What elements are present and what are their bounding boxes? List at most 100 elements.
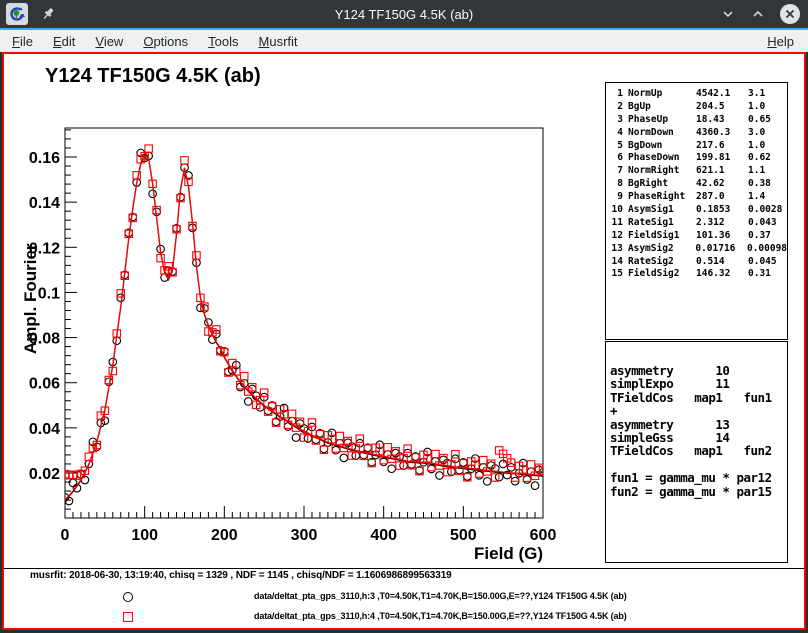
menu-item-edit[interactable]: Edit	[45, 34, 83, 49]
root-canvas[interactable]: Y124 TF150G 4.5K (ab)0100200300400500600…	[2, 52, 806, 630]
param-error: 3.0	[748, 127, 787, 140]
param-row: 8BgRight42.620.38	[606, 178, 787, 191]
param-row: 4NormDown4360.33.0	[606, 127, 787, 140]
y-axis-title: Ampl. Fourier	[21, 243, 40, 354]
x-tick-label: 0	[61, 527, 70, 544]
param-number: 10	[606, 204, 623, 217]
data-point-square	[452, 451, 459, 458]
y-tick-label: 0.06	[29, 376, 60, 393]
param-value: 0.01716	[695, 243, 747, 256]
menu-item-musrfit[interactable]: Musrfit	[251, 34, 306, 49]
data-point-circle	[483, 478, 491, 486]
fit-curve-black	[65, 153, 543, 501]
stats-separator	[4, 568, 804, 569]
param-value: 146.32	[696, 268, 748, 281]
y-tick-label: 0.02	[29, 466, 60, 483]
param-name: NormUp	[628, 88, 696, 101]
param-name: AsymSig2	[628, 243, 695, 256]
data-point-circle	[244, 398, 252, 406]
minimize-button[interactable]	[720, 6, 736, 22]
data-point-circle	[531, 482, 539, 490]
data-point-circle	[507, 464, 515, 472]
data-point-circle	[292, 434, 300, 442]
data-point-square	[392, 448, 399, 455]
legend-item: data/deltat_pta_gps_3110,h:3 ,T0=4.50K,T…	[4, 588, 804, 608]
menu-item-options[interactable]: Options	[135, 34, 196, 49]
y-tick-label: 0.04	[29, 421, 60, 438]
data-point-circle	[380, 458, 388, 466]
param-number: 13	[606, 243, 623, 256]
param-name: BgDown	[628, 140, 696, 153]
param-row: 1NormUp4542.13.1	[606, 88, 787, 101]
param-error: 0.62	[748, 152, 787, 165]
param-name: PhaseDown	[628, 152, 696, 165]
musrview-window: ++ Y124 TF150G 4.5K (ab)	[0, 0, 808, 633]
param-error: 0.043	[748, 217, 787, 230]
param-number: 8	[606, 178, 623, 191]
param-error: 0.0028	[748, 204, 787, 217]
param-value: 204.5	[696, 101, 748, 114]
param-value: 621.1	[696, 165, 748, 178]
param-error: 0.65	[748, 114, 787, 127]
data-point-circle	[340, 454, 348, 462]
param-number: 15	[606, 268, 623, 281]
data-point-square	[181, 157, 188, 164]
param-name: FieldSig1	[628, 230, 696, 243]
param-error: 1.4	[748, 191, 787, 204]
data-point-square	[432, 450, 439, 457]
param-row: 2BgUp204.51.0	[606, 101, 787, 114]
chevron-down-icon	[720, 6, 736, 22]
x-tick-label: 600	[530, 527, 557, 544]
legend-marker-square-icon	[123, 612, 133, 622]
data-point-square	[308, 419, 315, 426]
menu-item-view[interactable]: View	[87, 34, 131, 49]
x-tick-label: 200	[211, 527, 238, 544]
param-value: 199.81	[696, 152, 748, 165]
data-point-square	[145, 145, 152, 152]
param-name: RateSig2	[628, 256, 696, 269]
param-row: 12FieldSig1101.360.37	[606, 230, 787, 243]
param-value: 42.62	[696, 178, 748, 191]
param-row: 6PhaseDown199.810.62	[606, 152, 787, 165]
maximize-button[interactable]	[750, 6, 766, 22]
menu-item-help[interactable]: Help	[759, 34, 802, 49]
theory-pane: asymmetry 10 simplExpo 11 TFieldCos map1…	[605, 341, 788, 563]
data-point-circle	[117, 294, 125, 302]
param-number: 4	[606, 127, 623, 140]
x-axis-title: Field (G)	[474, 544, 543, 563]
menu-item-file[interactable]: File	[4, 34, 41, 49]
chevron-up-icon	[750, 6, 766, 22]
close-icon	[780, 4, 800, 24]
fit-parameters-pane: 1NormUp4542.13.12BgUp204.51.03PhaseUp18.…	[605, 82, 788, 340]
data-point-circle	[388, 465, 396, 473]
param-error: 0.31	[748, 268, 787, 281]
x-tick-label: 100	[131, 527, 158, 544]
menu-item-tools[interactable]: Tools	[200, 34, 246, 49]
data-point-square	[384, 444, 391, 451]
close-button[interactable]	[780, 4, 800, 24]
data-layer	[61, 145, 547, 505]
data-point-circle	[149, 190, 157, 198]
titlebar[interactable]: ++ Y124 TF150G 4.5K (ab)	[0, 0, 808, 28]
plot-title: Y124 TF150G 4.5K (ab)	[45, 65, 261, 87]
param-error: 0.045	[748, 256, 787, 269]
y-tick-label: 0.16	[29, 150, 60, 167]
menubar-items: File Edit View Options Tools Musrfit	[0, 34, 306, 49]
data-point-circle	[428, 465, 436, 473]
param-row: 14RateSig20.5140.045	[606, 256, 787, 269]
param-row: 15FieldSig2146.320.31	[606, 268, 787, 281]
y-tick-label: 0.1	[38, 285, 60, 302]
data-point-circle	[332, 446, 340, 454]
param-error: 0.37	[748, 230, 787, 243]
param-error: 1.0	[748, 140, 787, 153]
param-name: NormRight	[628, 165, 696, 178]
param-name: BgUp	[628, 101, 696, 114]
param-name: RateSig1	[628, 217, 696, 230]
param-row: 13AsymSig20.017160.00098	[606, 243, 787, 256]
data-point-circle	[475, 471, 483, 479]
param-value: 18.43	[696, 114, 748, 127]
param-name: PhaseUp	[628, 114, 696, 127]
data-point-square	[480, 456, 487, 463]
window-title: Y124 TF150G 4.5K (ab)	[0, 7, 808, 22]
data-point-square	[288, 410, 295, 417]
